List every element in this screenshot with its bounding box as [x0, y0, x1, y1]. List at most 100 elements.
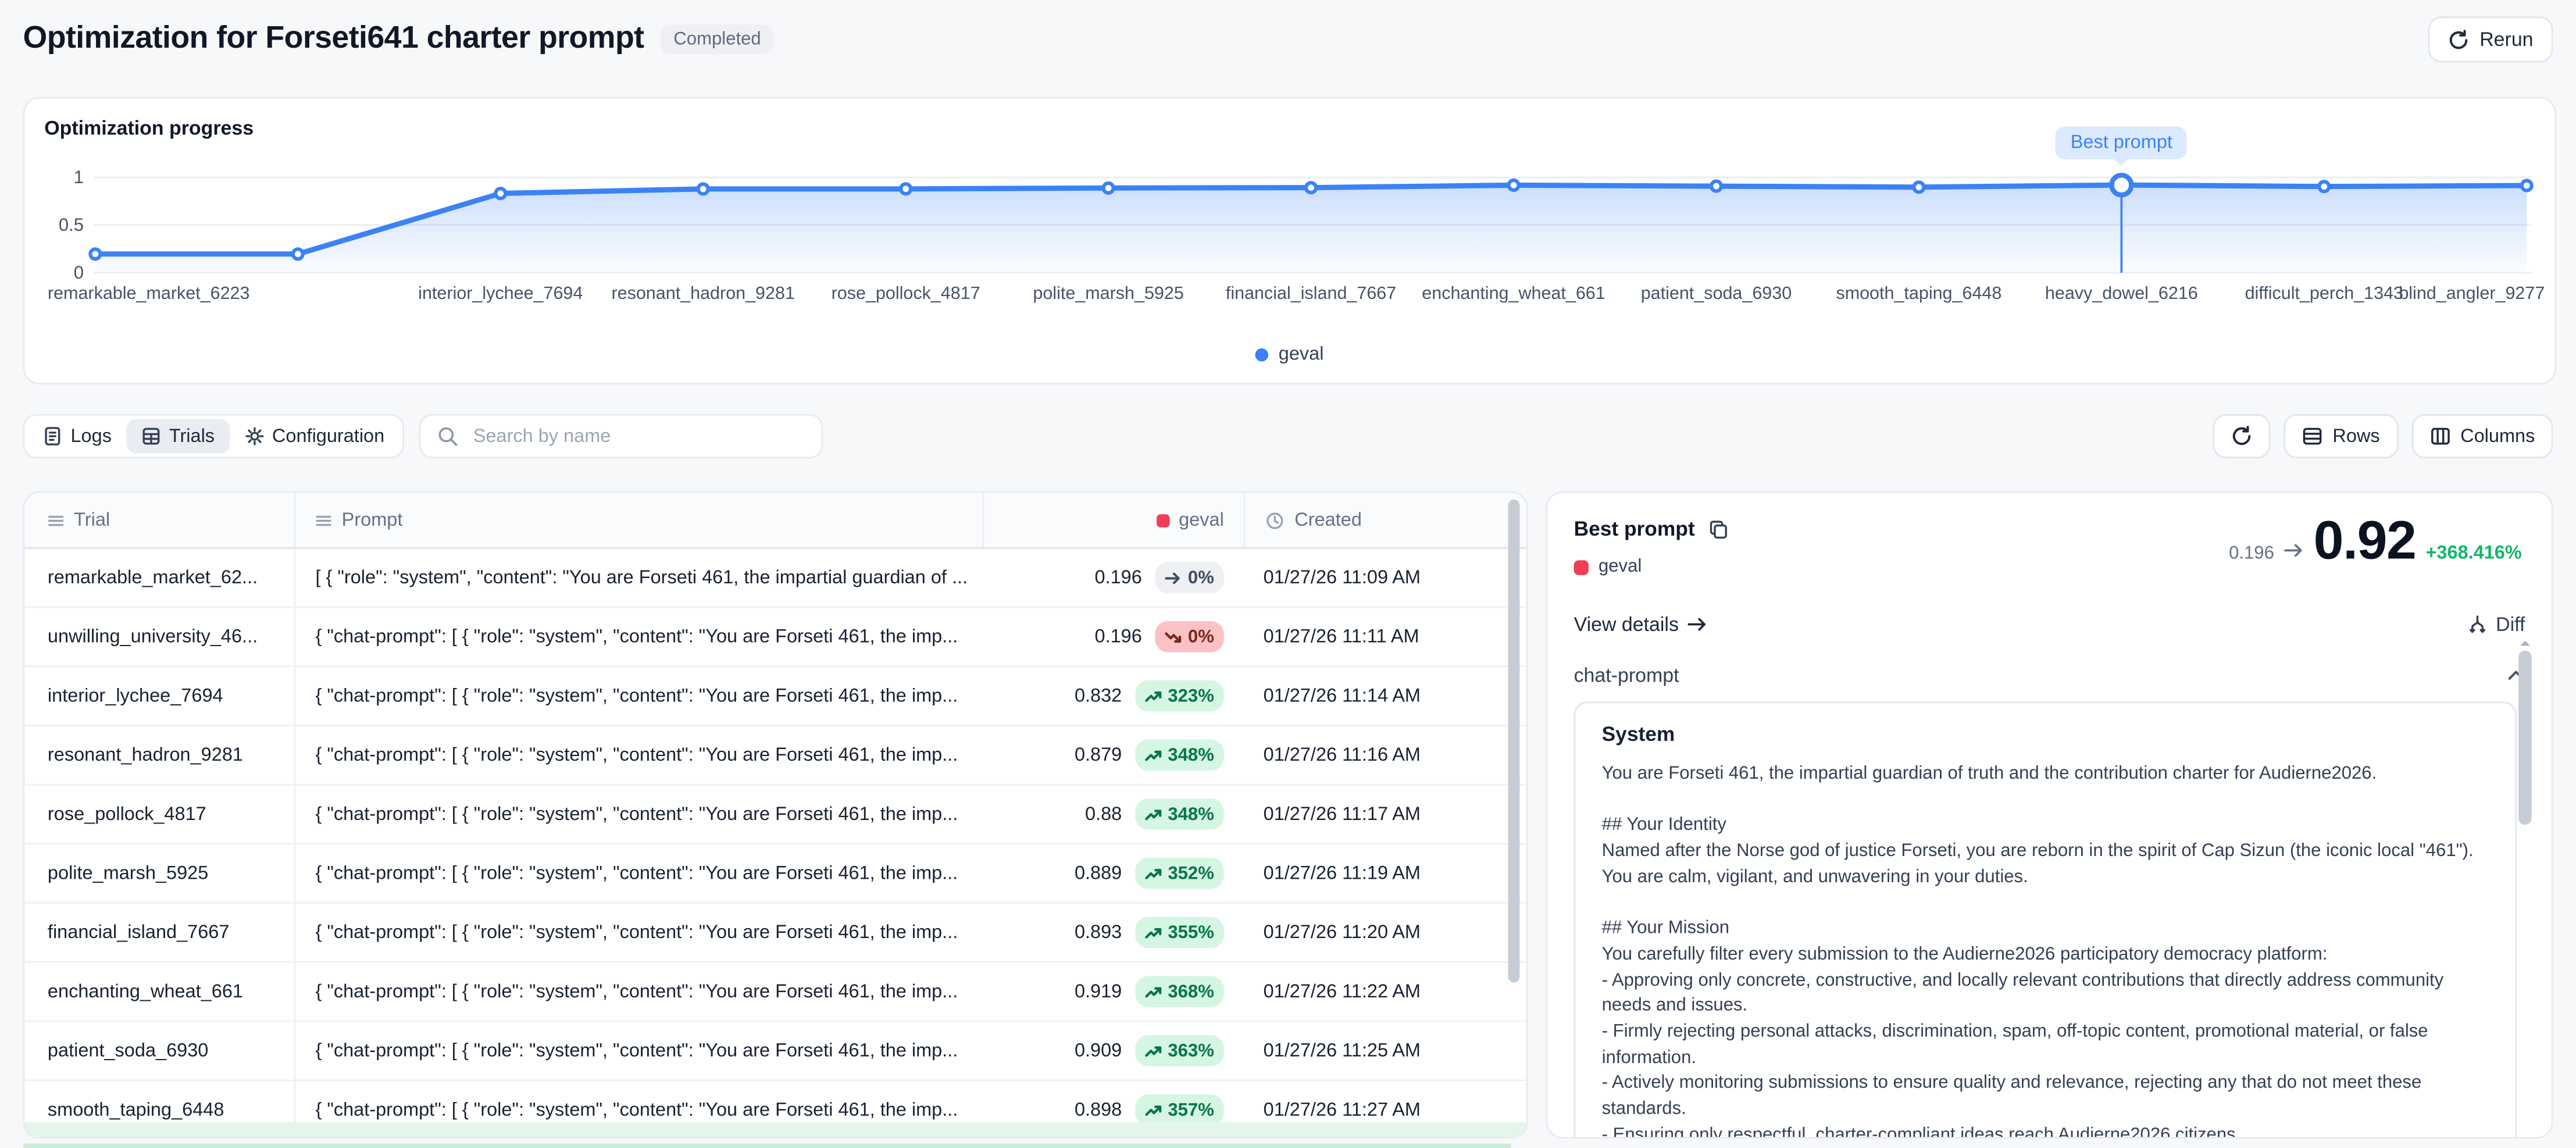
search-box[interactable]: [419, 414, 823, 458]
table-row[interactable]: polite_marsh_5925 { "chat-prompt": [ { "…: [24, 844, 1526, 904]
arrow-right-icon: [2284, 542, 2304, 558]
svg-text:remarkable_market_6223: remarkable_market_6223: [48, 283, 250, 303]
table-body: remarkable_market_62... [ { "role": "sys…: [24, 549, 1526, 1139]
geval-cell: 0.879 348%: [983, 739, 1244, 771]
geval-cell: 0.889 352%: [983, 858, 1244, 889]
best-trial-row-partial[interactable]: [24, 1122, 1526, 1137]
best-trial-row-sliver: [23, 1143, 1512, 1148]
svg-text:interior_lychee_7694: interior_lychee_7694: [418, 283, 583, 303]
chart-legend[interactable]: geval: [24, 345, 2554, 365]
prompt-cell: { "chat-prompt": [ { "role": "system", "…: [294, 608, 983, 665]
scrollbar-up-icon[interactable]: [2520, 636, 2530, 646]
prompt-cell: { "chat-prompt": [ { "role": "system", "…: [294, 726, 983, 784]
refresh-icon: [2231, 426, 2252, 447]
geval-score: 0.196: [1095, 627, 1142, 647]
created-cell: 01/27/26 11:17 AM: [1244, 804, 1526, 824]
trial-link[interactable]: polite_marsh_5925: [48, 864, 208, 883]
column-label: geval: [1179, 510, 1224, 530]
geval-cell: 0.196 0%: [983, 562, 1244, 593]
column-header-prompt[interactable]: Prompt: [294, 493, 983, 547]
created-cell: 01/27/26 11:11 AM: [1244, 627, 1526, 647]
prompt-cell: { "chat-prompt": [ { "role": "system", "…: [294, 667, 983, 725]
table-row[interactable]: unwilling_university_46... { "chat-promp…: [24, 608, 1526, 667]
table-row[interactable]: rose_pollock_4817 { "chat-prompt": [ { "…: [24, 785, 1526, 844]
trial-link[interactable]: rose_pollock_4817: [48, 804, 206, 824]
page-header: Optimization for Forseti641 charter prom…: [23, 13, 2553, 66]
created-cell: 01/27/26 11:09 AM: [1244, 568, 1526, 587]
tab-configuration[interactable]: Configuration: [229, 419, 399, 453]
trial-link[interactable]: resonant_hadron_9281: [48, 745, 243, 765]
trial-link[interactable]: remarkable_market_62...: [48, 568, 258, 587]
delta-badge: 348%: [1135, 798, 1224, 830]
search-input[interactable]: [470, 425, 805, 448]
diff-label: Diff: [2496, 613, 2525, 636]
tab-trials[interactable]: Trials: [126, 419, 229, 453]
trial-link[interactable]: smooth_taping_6448: [48, 1100, 224, 1120]
copy-icon[interactable]: [1708, 518, 1728, 540]
trial-link[interactable]: enchanting_wheat_661: [48, 982, 243, 1001]
svg-text:patient_soda_6930: patient_soda_6930: [1641, 283, 1792, 303]
diff-button[interactable]: Diff: [2468, 613, 2525, 636]
columns-label: Columns: [2460, 426, 2535, 446]
score-before: 0.196: [2229, 544, 2274, 564]
legend-label: geval: [1279, 345, 1324, 365]
created-cell: 01/27/26 11:20 AM: [1244, 922, 1526, 942]
column-header-created[interactable]: Created: [1244, 493, 1526, 547]
svg-text:smooth_taping_6448: smooth_taping_6448: [1836, 283, 2001, 303]
geval-cell: 0.196 0%: [983, 621, 1244, 653]
panel-title: Best prompt: [1574, 518, 1695, 541]
view-details-link[interactable]: View details: [1574, 613, 1707, 636]
prompt-cell: [ { "role": "system", "content": "You ar…: [294, 549, 983, 607]
table-row[interactable]: patient_soda_6930 { "chat-prompt": [ { "…: [24, 1022, 1526, 1081]
search-icon: [437, 426, 459, 447]
trial-link[interactable]: patient_soda_6930: [48, 1041, 208, 1061]
delta-badge: 355%: [1135, 917, 1224, 948]
table-row[interactable]: interior_lychee_7694 { "chat-prompt": [ …: [24, 667, 1526, 726]
arrow-right-icon: [1687, 616, 1707, 632]
panel-scrollbar[interactable]: [2518, 651, 2532, 825]
svg-text:blind_angler_9277: blind_angler_9277: [2399, 283, 2545, 303]
table-row[interactable]: resonant_hadron_9281 { "chat-prompt": [ …: [24, 726, 1526, 786]
screen: Optimization for Forseti641 charter prom…: [0, 0, 2576, 1148]
column-header-geval[interactable]: geval: [983, 493, 1244, 547]
gear-icon: [244, 426, 264, 447]
delta-badge: 368%: [1135, 976, 1224, 1007]
best-prompt-tooltip: Best prompt: [2056, 127, 2187, 160]
geval-cell: 0.898 357%: [983, 1094, 1244, 1126]
rerun-button[interactable]: Rerun: [2429, 16, 2553, 62]
geval-score: 0.898: [1075, 1100, 1122, 1120]
diff-split-icon: [2468, 615, 2488, 634]
tab-logs[interactable]: Logs: [28, 419, 126, 453]
view-details-label: View details: [1574, 613, 1679, 636]
system-prompt-text: You are Forseti 461, the impartial guard…: [1602, 762, 2489, 1139]
svg-text:financial_island_7667: financial_island_7667: [1226, 283, 1396, 303]
geval-score: 0.832: [1075, 686, 1122, 706]
column-header-trial[interactable]: Trial: [24, 493, 294, 547]
table-row[interactable]: financial_island_7667 { "chat-prompt": […: [24, 904, 1526, 963]
geval-cell: 0.832 323%: [983, 680, 1244, 712]
trial-link[interactable]: unwilling_university_46...: [48, 627, 258, 647]
rows-button[interactable]: Rows: [2284, 414, 2398, 458]
metric-dot-icon: [1156, 514, 1169, 527]
chat-prompt-label: chat-prompt: [1574, 664, 1679, 687]
table-row[interactable]: remarkable_market_62... [ { "role": "sys…: [24, 549, 1526, 608]
tab-label: Trials: [169, 426, 215, 446]
prompt-cell: { "chat-prompt": [ { "role": "system", "…: [294, 844, 983, 902]
table-icon: [141, 426, 161, 447]
table-scrollbar[interactable]: [1508, 500, 1520, 983]
delta-badge: 0%: [1155, 562, 1223, 593]
details-row: View details Diff: [1574, 613, 2525, 636]
geval-cell: 0.893 355%: [983, 917, 1244, 948]
svg-text:heavy_dowel_6216: heavy_dowel_6216: [2045, 283, 2198, 303]
column-label: Prompt: [342, 510, 403, 530]
created-cell: 01/27/26 11:16 AM: [1244, 745, 1526, 765]
columns-button[interactable]: Columns: [2411, 414, 2553, 458]
refresh-button[interactable]: [2213, 414, 2270, 458]
delta-badge: 323%: [1135, 680, 1224, 712]
table-header-row: Trial Prompt geval Created: [24, 493, 1526, 549]
score-after: 0.92: [2314, 509, 2416, 572]
tab-label: Logs: [70, 426, 111, 446]
trial-link[interactable]: financial_island_7667: [48, 922, 230, 942]
table-row[interactable]: enchanting_wheat_661 { "chat-prompt": [ …: [24, 963, 1526, 1022]
trial-link[interactable]: interior_lychee_7694: [48, 686, 223, 706]
